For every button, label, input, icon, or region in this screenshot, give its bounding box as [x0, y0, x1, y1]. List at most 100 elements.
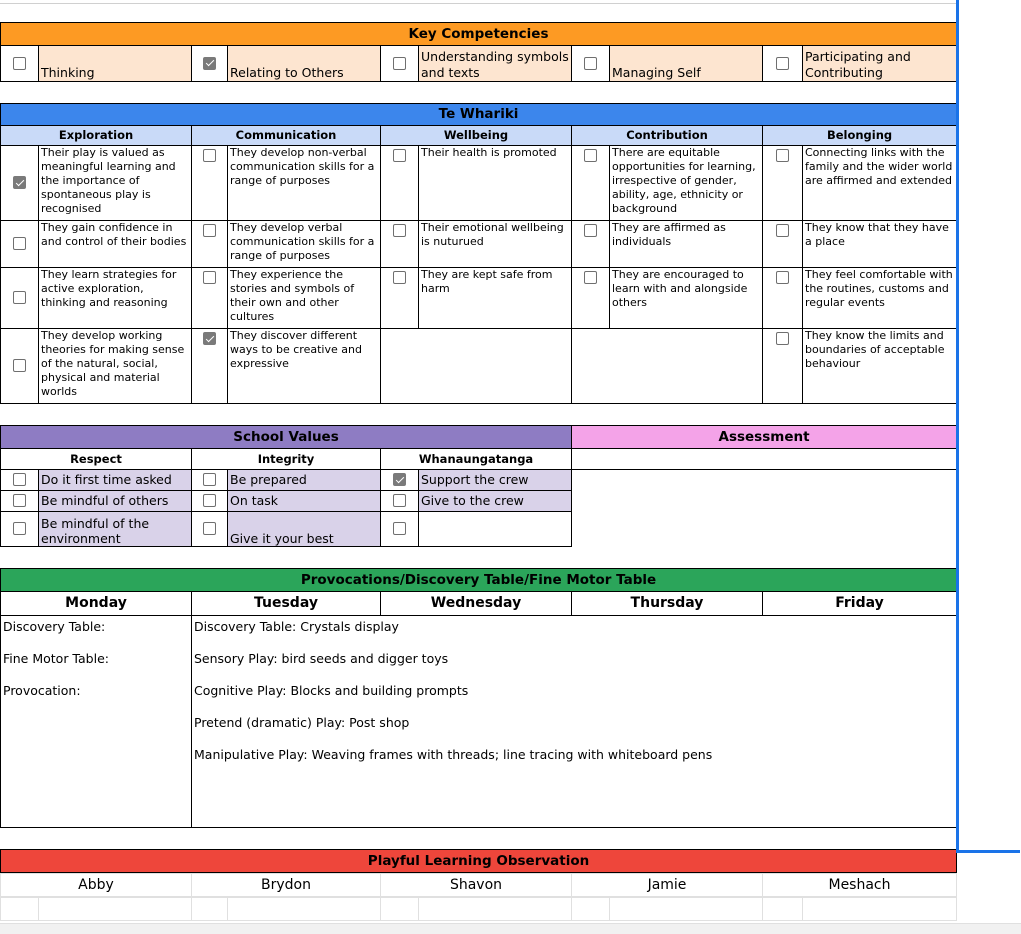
checkbox-unchecked[interactable]	[393, 494, 406, 507]
checkbox-unchecked[interactable]	[13, 494, 26, 507]
checkbox-cell[interactable]	[762, 327, 803, 404]
checkbox-cell[interactable]	[191, 219, 228, 268]
checkbox-unchecked[interactable]	[203, 149, 216, 162]
empty-cell[interactable]	[380, 896, 419, 921]
assessment-title: Assessment	[571, 424, 958, 449]
child-name[interactable]: Abby	[0, 872, 192, 897]
checkbox-cell[interactable]	[191, 44, 228, 82]
checkbox-cell[interactable]	[191, 489, 228, 512]
cell-selection-border[interactable]	[956, 0, 1020, 853]
checkbox-unchecked[interactable]	[393, 271, 406, 284]
checkbox-unchecked[interactable]	[393, 56, 406, 70]
checkbox-unchecked[interactable]	[203, 473, 216, 486]
checkbox-cell[interactable]	[191, 144, 228, 221]
checkbox-cell[interactable]	[191, 510, 228, 547]
value-group-header: Integrity	[191, 447, 381, 470]
checkbox-unchecked[interactable]	[13, 473, 26, 486]
empty-cell[interactable]	[571, 327, 763, 404]
checkbox-unchecked[interactable]	[203, 522, 216, 535]
checkbox-cell[interactable]	[380, 144, 419, 221]
checkbox-unchecked[interactable]	[776, 56, 789, 70]
checkbox-cell[interactable]	[380, 266, 419, 329]
checkbox-checked[interactable]	[203, 56, 216, 70]
tuesday-line: Manipulative Play: Weaving frames with t…	[194, 746, 713, 762]
checkbox-cell[interactable]	[0, 510, 39, 547]
checkbox-cell[interactable]	[380, 44, 419, 82]
checkbox-unchecked[interactable]	[203, 494, 216, 507]
checkbox-cell[interactable]	[191, 327, 228, 404]
checkbox-cell[interactable]	[762, 266, 803, 329]
empty-cell[interactable]	[418, 896, 572, 921]
checkbox-cell[interactable]	[0, 489, 39, 512]
checkbox-checked[interactable]	[203, 332, 216, 345]
checkbox-unchecked[interactable]	[584, 56, 597, 70]
checkbox-cell[interactable]	[571, 44, 610, 82]
checkbox-unchecked[interactable]	[776, 149, 789, 162]
checkbox-cell[interactable]	[571, 144, 610, 221]
outcome-text: They develop non-verbal communication sk…	[227, 144, 381, 221]
checkbox-cell[interactable]	[380, 219, 419, 268]
checkbox-cell[interactable]	[0, 327, 39, 404]
outcome-text: Their play is valued as meaningful learn…	[38, 144, 192, 221]
value-text: Be prepared	[227, 468, 381, 491]
checkbox-unchecked[interactable]	[776, 332, 789, 345]
assessment-content[interactable]	[571, 447, 958, 470]
strand-header: Exploration	[0, 124, 192, 146]
empty-cell[interactable]	[0, 896, 39, 921]
checkbox-checked[interactable]	[13, 176, 26, 189]
empty-cell[interactable]	[191, 896, 228, 921]
empty-cell[interactable]	[762, 896, 803, 921]
checkbox-unchecked[interactable]	[13, 56, 26, 70]
checkbox-unchecked[interactable]	[13, 522, 26, 535]
checkbox-cell[interactable]	[0, 219, 39, 268]
checkbox-cell[interactable]	[762, 44, 803, 82]
checkbox-cell[interactable]	[571, 266, 610, 329]
empty-cell[interactable]	[227, 896, 381, 921]
checkbox-unchecked[interactable]	[203, 271, 216, 284]
monday-cell[interactable]: Discovery Table: Fine Motor Table: Provo…	[0, 614, 192, 828]
child-name[interactable]: Shavon	[380, 872, 572, 897]
checkbox-unchecked[interactable]	[584, 149, 597, 162]
school-values-row: Be mindful of the environment Give it you…	[0, 510, 957, 547]
empty-cell[interactable]	[38, 896, 192, 921]
value-text: On task	[227, 489, 381, 512]
checkbox-unchecked[interactable]	[393, 522, 406, 535]
key-competencies-table: Key Competencies Thinking Relating to Oth…	[0, 21, 957, 82]
child-name[interactable]: Brydon	[191, 872, 381, 897]
competency-label: Thinking	[38, 44, 192, 82]
checkbox-unchecked[interactable]	[13, 237, 26, 250]
checkbox-unchecked[interactable]	[776, 224, 789, 237]
empty-cell[interactable]	[609, 896, 763, 921]
strand-header: Contribution	[571, 124, 763, 146]
outcome-text: They experience the stories and symbols …	[227, 266, 381, 329]
empty-cell[interactable]	[802, 896, 957, 921]
checkbox-cell[interactable]	[380, 510, 419, 547]
checkbox-cell[interactable]	[380, 489, 419, 512]
checkbox-cell[interactable]	[191, 468, 228, 491]
checkbox-cell[interactable]	[762, 219, 803, 268]
empty-cell[interactable]	[380, 327, 572, 404]
empty-cell[interactable]	[571, 896, 610, 921]
checkbox-cell[interactable]	[191, 266, 228, 329]
child-name[interactable]: Jamie	[571, 872, 763, 897]
tuesday-cell[interactable]: Discovery Table: Crystals display Sensor…	[191, 614, 957, 828]
checkbox-unchecked[interactable]	[584, 224, 597, 237]
checkbox-unchecked[interactable]	[13, 359, 26, 372]
checkbox-cell[interactable]	[0, 266, 39, 329]
checkbox-unchecked[interactable]	[203, 224, 216, 237]
spreadsheet-grid: Key Competencies Thinking Relating to Oth…	[0, 0, 958, 921]
checkbox-cell[interactable]	[0, 468, 39, 491]
checkbox-unchecked[interactable]	[13, 291, 26, 304]
checkbox-cell[interactable]	[0, 144, 39, 221]
checkbox-unchecked[interactable]	[393, 224, 406, 237]
checkbox-cell[interactable]	[571, 219, 610, 268]
checkbox-cell[interactable]	[762, 144, 803, 221]
checkbox-cell[interactable]	[0, 44, 39, 82]
strand-header: Communication	[191, 124, 381, 146]
checkbox-unchecked[interactable]	[584, 271, 597, 284]
checkbox-checked[interactable]	[393, 473, 406, 486]
checkbox-unchecked[interactable]	[776, 271, 789, 284]
child-name[interactable]: Meshach	[762, 872, 957, 897]
checkbox-cell[interactable]	[380, 468, 419, 491]
checkbox-unchecked[interactable]	[393, 149, 406, 162]
